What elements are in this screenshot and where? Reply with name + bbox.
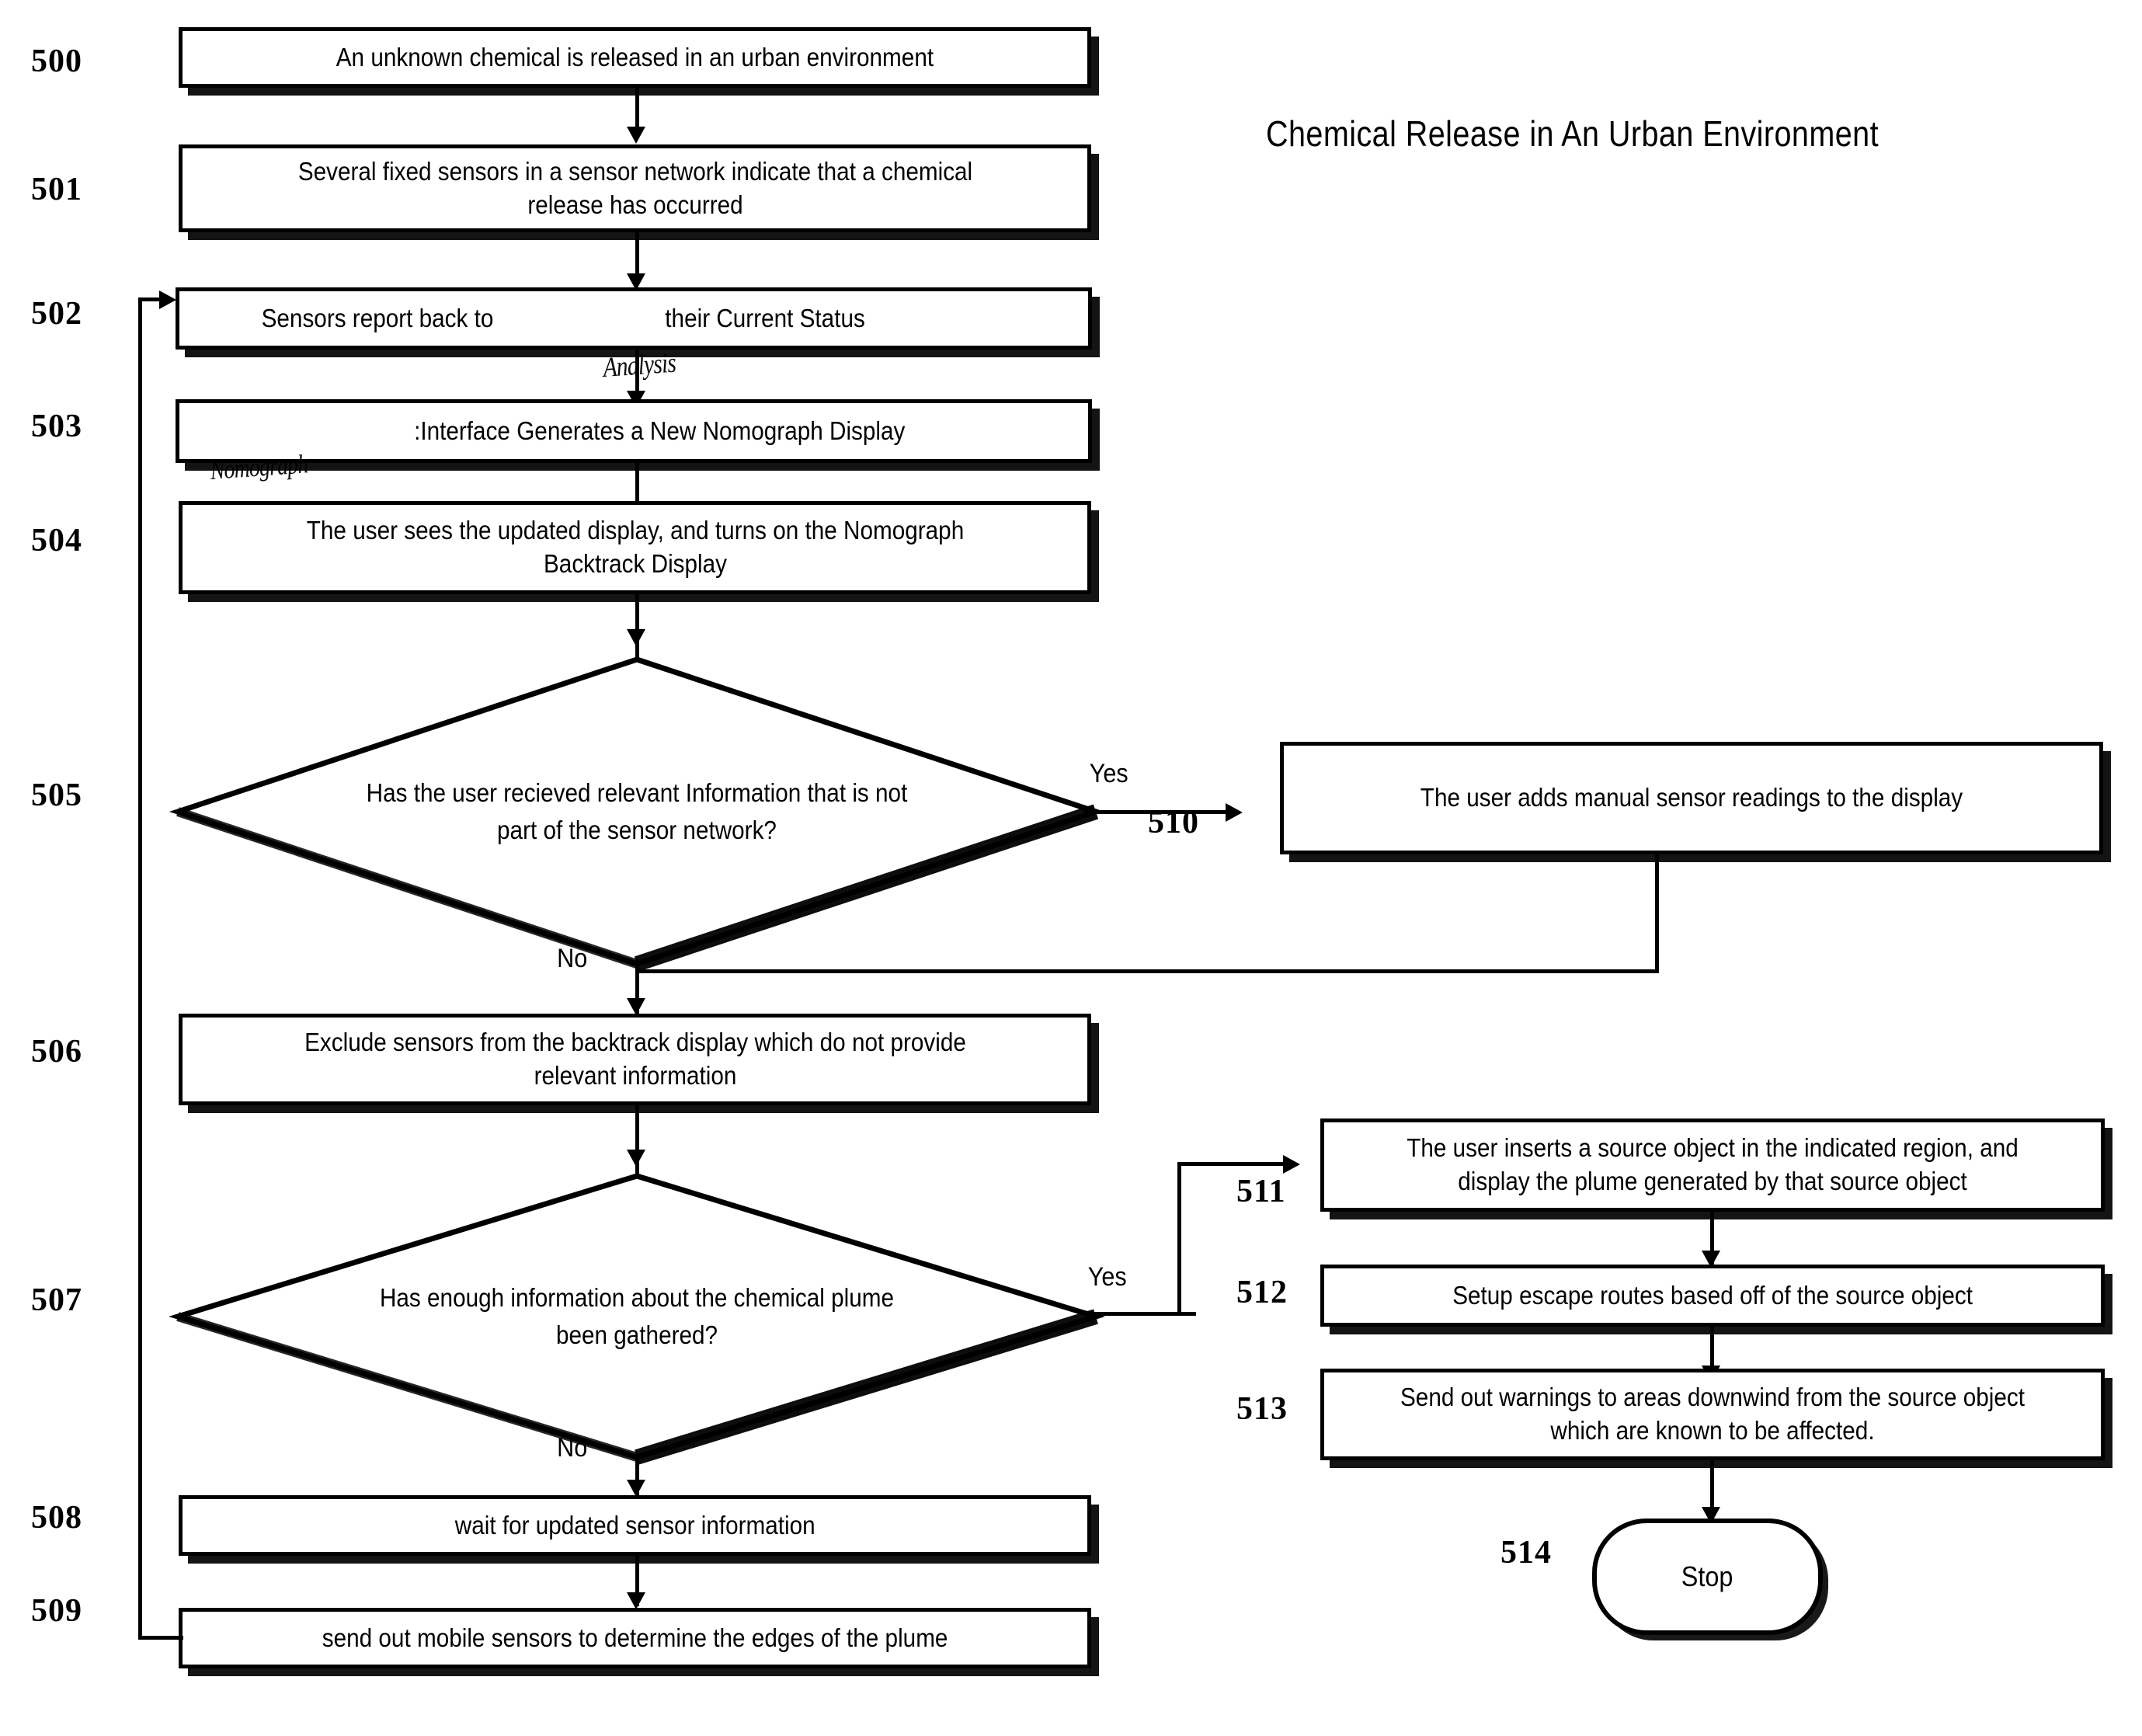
ref-numeral-512: 512: [1236, 1275, 1288, 1310]
process-box-509-label: send out mobile sensors to determine the…: [322, 1623, 948, 1652]
process-box-512-label: Setup escape routes based off of the sou…: [1452, 1280, 1973, 1310]
process-box-513[interactable]: Send out warnings to areas downwind from…: [1320, 1369, 2105, 1460]
process-box-506[interactable]: Exclude sensors from the backtrack displ…: [179, 1014, 1091, 1105]
connector-feedback-vertical-rail: [138, 297, 142, 1640]
branch-label-yes-505: Yes: [1089, 759, 1128, 788]
decision-507-label: Has enough information about the chemica…: [379, 1283, 895, 1349]
process-box-511-label: The user inserts a source object in the …: [1407, 1133, 2019, 1195]
handwritten-annotation-analysis: Analysis: [602, 346, 677, 384]
process-box-506-label: Exclude sensors from the backtrack displ…: [304, 1028, 966, 1090]
connector-504-505: [635, 594, 639, 663]
process-box-504-label: The user sees the updated display, and t…: [306, 516, 964, 578]
ref-numeral-509: 509: [31, 1593, 82, 1629]
ref-numeral-511: 511: [1236, 1174, 1286, 1209]
connector-507-yes-horizontal-upper: [1177, 1162, 1289, 1166]
branch-label-no-507: No: [557, 1433, 588, 1463]
ref-numeral-505: 505: [31, 778, 82, 813]
handwritten-annotation-nomograph: Nomograph: [209, 450, 309, 486]
ref-numeral-504: 504: [31, 523, 82, 558]
process-box-513-label: Send out warnings to areas downwind from…: [1400, 1383, 2026, 1445]
arrowhead-505-506-icon: [627, 998, 645, 1015]
ref-numeral-506: 506: [31, 1034, 82, 1070]
arrowhead-504-505-icon: [627, 629, 645, 646]
process-box-502-label-after: their Current Status: [665, 303, 865, 332]
process-box-502-label-before: Sensors report back to: [261, 303, 494, 332]
ref-numeral-513: 513: [1236, 1391, 1288, 1427]
ref-numeral-503: 503: [31, 409, 82, 444]
process-box-503-label: :Interface Generates a New Nomograph Dis…: [414, 416, 906, 445]
process-box-500[interactable]: An unknown chemical is released in an ur…: [179, 27, 1091, 88]
terminator-stop-label: Stop: [1681, 1560, 1733, 1592]
process-box-511[interactable]: The user inserts a source object in the …: [1320, 1118, 2105, 1212]
process-box-510-label: The user adds manual sensor readings to …: [1420, 783, 1963, 812]
connector-510-return-vertical: [1655, 854, 1659, 973]
decision-507-label-wrap: Has enough information about the chemica…: [221, 1173, 1053, 1460]
process-box-502[interactable]: Sensors report back to their Current Sta…: [176, 287, 1092, 350]
arrowhead-505-510-icon: [1226, 803, 1243, 822]
decision-505-label-wrap: Has the user recieved relevant Informati…: [221, 656, 1053, 967]
process-box-508-label: wait for updated sensor information: [454, 1510, 815, 1539]
branch-label-no-505: No: [557, 944, 588, 973]
flowchart-page: Chemical Release in An Urban Environment…: [0, 0, 2142, 1736]
ref-numeral-502: 502: [31, 296, 82, 332]
ref-numeral-508: 508: [31, 1500, 82, 1536]
decision-505-label: Has the user recieved relevant Informati…: [366, 778, 908, 844]
terminator-stop-514[interactable]: Stop: [1592, 1519, 1823, 1635]
arrowhead-feedback-502-icon: [159, 290, 176, 309]
decision-diamond-507[interactable]: Has enough information about the chemica…: [169, 1173, 1105, 1465]
process-box-508[interactable]: wait for updated sensor information: [179, 1495, 1091, 1556]
ref-numeral-514: 514: [1500, 1535, 1552, 1571]
process-box-501[interactable]: Several fixed sensors in a sensor networ…: [179, 144, 1091, 232]
process-box-501-label: Several fixed sensors in a sensor networ…: [297, 156, 972, 219]
process-box-509[interactable]: send out mobile sensors to determine the…: [179, 1608, 1091, 1668]
connector-505-yes-510: [1084, 810, 1232, 814]
branch-label-yes-507: Yes: [1087, 1262, 1127, 1292]
figure-title: Chemical Release in An Urban Environment: [1266, 113, 1879, 154]
arrowhead-506-507-icon: [627, 1150, 645, 1167]
connector-509-feedback-horizontal-bottom: [138, 1636, 183, 1640]
connector-507-yes-vertical: [1177, 1162, 1181, 1315]
arrowhead-500-501-icon: [627, 127, 645, 144]
arrowhead-508-509-icon: [627, 1592, 645, 1609]
ref-numeral-507: 507: [31, 1282, 82, 1318]
ref-numeral-500: 500: [31, 43, 82, 79]
process-box-500-label: An unknown chemical is released in an ur…: [336, 42, 934, 71]
process-box-512[interactable]: Setup escape routes based off of the sou…: [1320, 1265, 2105, 1327]
arrowhead-507-508-icon: [627, 1480, 645, 1497]
arrowhead-507-511-icon: [1283, 1155, 1300, 1174]
decision-diamond-505[interactable]: Has the user recieved relevant Informati…: [169, 656, 1105, 972]
process-box-503[interactable]: :Interface Generates a New Nomograph Dis…: [176, 399, 1092, 463]
ref-numeral-501: 501: [31, 172, 82, 207]
connector-510-return-horizontal: [637, 969, 1659, 973]
process-box-510[interactable]: The user adds manual sensor readings to …: [1280, 742, 2103, 854]
process-box-504[interactable]: The user sees the updated display, and t…: [179, 501, 1091, 594]
